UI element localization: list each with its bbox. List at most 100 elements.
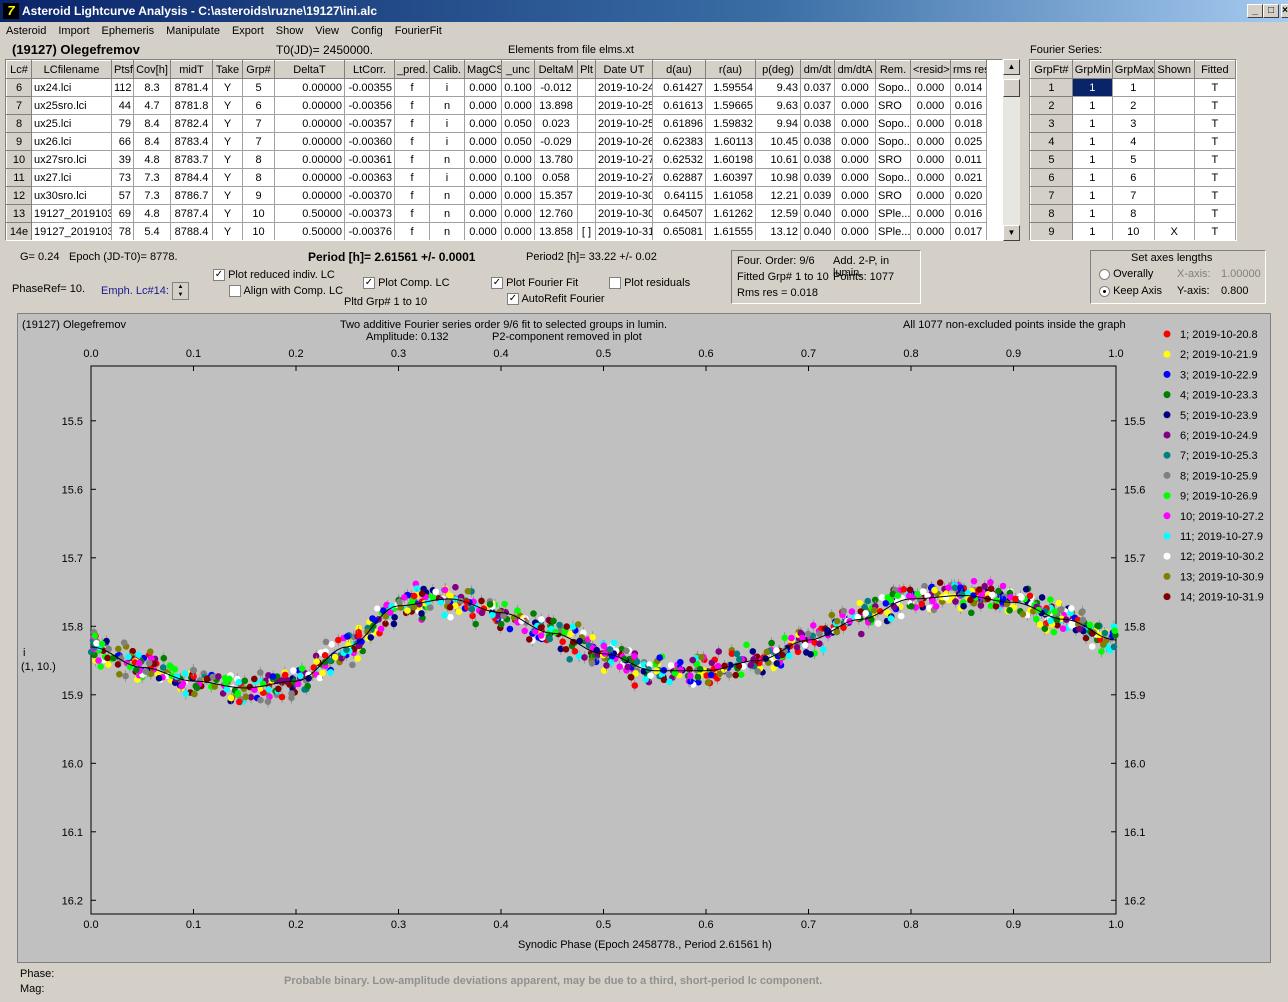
table-cell[interactable]: [ ]	[577, 222, 596, 240]
table-cell[interactable]: Y	[212, 78, 243, 97]
table-cell[interactable]: 0.00000	[274, 78, 345, 97]
table-cell[interactable]: 1.61262	[705, 204, 756, 223]
fourier-table-row[interactable]: 616 T	[1030, 168, 1236, 187]
table-cell[interactable]: f	[394, 78, 430, 97]
table-cell[interactable]: ux26.lci	[31, 132, 112, 151]
table-cell[interactable]: 0.000	[834, 96, 876, 115]
table-cell[interactable]: 1	[1071, 186, 1113, 205]
column-header[interactable]: Take	[212, 60, 243, 79]
table-cell[interactable]: 0.000	[910, 78, 951, 97]
table-cell[interactable]: -0.00360	[344, 132, 395, 151]
table-cell[interactable]: 10.45	[755, 132, 801, 151]
table-cell[interactable]: 0.000	[834, 132, 876, 151]
table-cell[interactable]	[1153, 186, 1195, 205]
table-cell[interactable]: 8	[242, 168, 275, 187]
table-cell[interactable]: 0.000	[501, 204, 535, 223]
table-cell[interactable]: 0.61896	[652, 114, 706, 133]
table-cell[interactable]: 7	[242, 132, 275, 151]
close-button[interactable]: ×	[1281, 4, 1288, 18]
table-cell[interactable]: 0.100	[501, 168, 535, 187]
lightcurve-chart[interactable]: 0.0 0.0 0.1 0.1 0.2 0.2 0.3 0.3 0.4 0.4 0.5 0.5 0.6 0…	[18, 314, 1270, 962]
table-cell[interactable]: 2019-10-26.9	[595, 132, 653, 151]
table-cell[interactable]: 2	[1111, 96, 1155, 115]
lc-table-row[interactable]: 12 ux30sro.lci 57 7.3 8786.7 Y 9 0.00000 -0.0037…	[6, 186, 987, 205]
table-cell[interactable]: 8784.4	[170, 168, 213, 187]
table-cell[interactable]: 8	[1111, 204, 1155, 223]
table-cell[interactable]: 9.63	[755, 96, 801, 115]
table-cell[interactable]	[1153, 150, 1195, 169]
table-cell[interactable]: 10	[242, 204, 275, 223]
table-cell[interactable]	[1153, 168, 1195, 187]
table-cell[interactable]: T	[1193, 78, 1236, 97]
table-cell[interactable]: 0.65081	[652, 222, 706, 240]
table-cell[interactable]: T	[1193, 150, 1236, 169]
column-header[interactable]: Cov[h]	[133, 60, 171, 79]
column-header[interactable]: dm/dtA	[834, 60, 876, 79]
table-cell[interactable]: 0.038	[800, 150, 835, 169]
table-cell[interactable]	[577, 78, 596, 97]
table-cell[interactable]: 0.000	[464, 168, 502, 187]
column-header[interactable]: Plt	[577, 60, 596, 79]
table-cell[interactable]: 0.000	[464, 150, 502, 169]
table-cell[interactable]: 0.023	[534, 114, 578, 133]
table-cell[interactable]: 2019-10-25.9	[595, 114, 653, 133]
table-cell[interactable]: SPle...	[875, 222, 911, 240]
table-cell[interactable]: 73	[111, 168, 134, 187]
table-cell[interactable]: 10	[6, 150, 32, 169]
table-cell[interactable]: Y	[212, 114, 243, 133]
table-cell[interactable]: 8787.4	[170, 204, 213, 223]
table-cell[interactable]: 13.780	[534, 150, 578, 169]
table-cell[interactable]: 0.00000	[274, 168, 345, 187]
table-cell[interactable]: 8.4	[133, 132, 171, 151]
table-cell[interactable]: 7	[242, 114, 275, 133]
fourier-table-row[interactable]: 9 1 10 X T	[1030, 222, 1236, 240]
column-header[interactable]: p(deg)	[755, 60, 801, 79]
table-cell[interactable]: 78	[111, 222, 134, 240]
table-cell[interactable]: n	[429, 186, 465, 205]
table-cell[interactable]: 0.000	[501, 150, 535, 169]
table-cell[interactable]: X	[1153, 222, 1195, 240]
table-cell[interactable]: 0.62887	[652, 168, 706, 187]
table-cell[interactable]: 0.000	[464, 204, 502, 223]
table-cell[interactable]: 14e	[6, 222, 32, 240]
table-cell[interactable]: -0.00356	[344, 96, 395, 115]
table-cell[interactable]: 0.64115	[652, 186, 706, 205]
table-cell[interactable]: 0.020	[950, 186, 987, 205]
table-cell[interactable]: 112	[111, 78, 134, 97]
lc-table-row[interactable]: 7 ux25sro.lci 44 4.7 8781.8 Y 6 0.00000 -0.00356…	[6, 96, 987, 115]
column-header[interactable]: GrpMin	[1071, 60, 1113, 79]
column-header[interactable]: r(au)	[705, 60, 756, 79]
table-cell[interactable]: 2019-10-31.9	[595, 222, 653, 240]
column-header[interactable]: GrpFt#	[1030, 60, 1073, 79]
lc-table-scrollbar[interactable]: ▲ ▼	[1003, 59, 1020, 241]
table-cell[interactable]: f	[394, 132, 430, 151]
table-cell[interactable]: 0.000	[910, 96, 951, 115]
column-header[interactable]: Shown	[1153, 60, 1195, 79]
table-cell[interactable]	[577, 114, 596, 133]
table-cell[interactable]: 0.100	[501, 78, 535, 97]
table-cell[interactable]: Sopo...	[875, 78, 911, 97]
table-cell[interactable]: ux27sro.lci	[31, 150, 112, 169]
table-cell[interactable]: 0.000	[464, 132, 502, 151]
table-cell[interactable]: 4.8	[133, 150, 171, 169]
table-cell[interactable]: 0.000	[501, 96, 535, 115]
table-cell[interactable]: 0.050	[501, 132, 535, 151]
table-cell[interactable]: 0.000	[834, 150, 876, 169]
table-cell[interactable]: Y	[212, 96, 243, 115]
table-cell[interactable]: f	[394, 204, 430, 223]
table-cell[interactable]	[577, 150, 596, 169]
lc-table-row[interactable]: 8 ux25.lci 79 8.4 8782.4 Y 7 0.00000 -0.00357 f i 0…	[6, 114, 987, 133]
table-cell[interactable]: f	[394, 168, 430, 187]
table-cell[interactable]: ux30sro.lci	[31, 186, 112, 205]
table-cell[interactable]: 0.000	[834, 186, 876, 205]
fourier-table-row[interactable]: 818 T	[1030, 204, 1236, 223]
table-cell[interactable]: -0.00357	[344, 114, 395, 133]
xaxis-value[interactable]: 1.00000	[1221, 268, 1261, 280]
column-header[interactable]: Rem.	[875, 60, 911, 79]
table-cell[interactable]: f	[394, 150, 430, 169]
table-cell[interactable]: 0.000	[910, 186, 951, 205]
table-cell[interactable]: 4	[1111, 132, 1155, 151]
table-cell[interactable]: 0.039	[800, 168, 835, 187]
table-cell[interactable]: -0.012	[534, 78, 578, 97]
table-cell[interactable]: 9	[242, 186, 275, 205]
